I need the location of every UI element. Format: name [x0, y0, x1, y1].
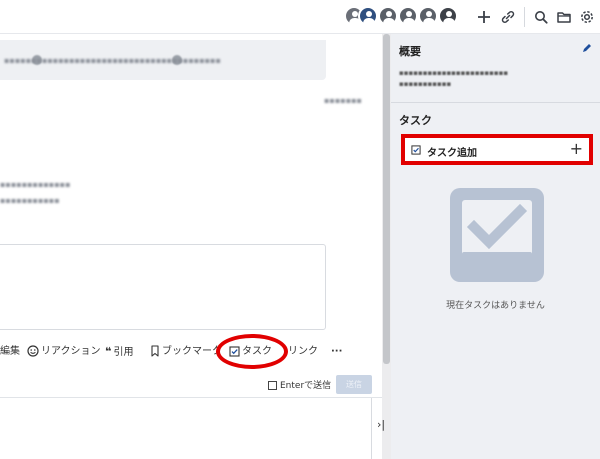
thread-area: [0, 398, 372, 459]
bookmark-button[interactable]: ブックマーク: [150, 345, 222, 359]
gear-icon[interactable]: [577, 7, 597, 27]
search-icon[interactable]: [531, 7, 551, 27]
smile-icon: [27, 345, 39, 357]
avatar[interactable]: [418, 6, 438, 26]
pinned-message-banner: ▪▪▪▪▪▪▪▪▪▪▪▪▪▪▪▪▪▪▪▪▪▪▪▪▪▪▪▪▪▪▪▪▪▪▪▪▪▪▪▪: [0, 40, 326, 80]
toolbar-divider: [524, 7, 525, 27]
chat-area: ▪▪▪▪▪▪▪▪▪▪▪▪▪▪▪▪▪▪▪▪▪▪▪▪▪▪▪▪▪▪▪▪▪▪▪▪▪▪▪▪…: [0, 34, 382, 459]
enter-to-send-toggle[interactable]: Enterで送信: [268, 378, 331, 392]
blurred-text: ▪▪▪▪▪▪▪▪▪▪▪▪▪▪▪▪▪▪▪▪▪▪▪▪▪▪▪▪▪▪▪▪▪▪▪▪▪▪▪▪: [4, 56, 221, 65]
blurred-message-line: ▪▪▪▪▪▪▪▪▪▪▪: [0, 196, 60, 205]
send-button[interactable]: 送信: [336, 375, 372, 394]
checkbox-icon[interactable]: [268, 381, 277, 390]
avatar[interactable]: [358, 6, 378, 26]
task-section-title: タスク: [399, 114, 432, 127]
collapse-panel-icon[interactable]: ›|: [374, 418, 388, 432]
add-task-label: タスク追加: [427, 148, 477, 159]
quote-button[interactable]: ❝ 引用: [105, 345, 133, 360]
link-icon[interactable]: [498, 7, 518, 27]
task-highlight-circle: [216, 334, 288, 369]
edit-button[interactable]: 編集: [0, 345, 20, 359]
right-panel: 概要 ▪▪▪▪▪▪▪▪▪▪▪▪▪▪▪▪▪▪▪▪▪▪▪ ▪▪▪▪▪▪▪▪▪▪▪ タス…: [391, 34, 600, 459]
more-button[interactable]: ···: [331, 345, 342, 359]
blurred-timestamp: ▪▪▪▪▪▪▪: [324, 96, 362, 105]
blurred-message-line: ▪▪▪▪▪▪▪▪▪▪▪▪▪: [0, 180, 71, 189]
checkbox-icon: [411, 145, 421, 155]
quote-icon: ❝: [105, 345, 112, 358]
overview-title: 概要: [399, 45, 421, 58]
message-editor[interactable]: [0, 244, 326, 330]
link-button[interactable]: リンク: [288, 345, 318, 359]
add-task-button[interactable]: タスク追加 +: [401, 134, 593, 165]
bookmark-icon: [151, 345, 159, 357]
empty-task-icon: [450, 188, 544, 282]
empty-task-message: 現在タスクはありません: [446, 301, 545, 311]
avatar[interactable]: [398, 6, 418, 26]
reaction-button[interactable]: リアクション: [27, 345, 101, 359]
overview-description: ▪▪▪▪▪▪▪▪▪▪▪▪▪▪▪▪▪▪▪▪▪▪▪ ▪▪▪▪▪▪▪▪▪▪▪: [399, 69, 509, 88]
top-bar: [0, 0, 600, 34]
composer-toolbar: 編集 リアクション ❝ 引用 ブックマーク タスク リンク ···: [0, 341, 352, 363]
avatar[interactable]: [438, 6, 458, 26]
more-icon: ···: [331, 346, 343, 357]
folder-icon[interactable]: [554, 7, 574, 27]
avatar[interactable]: [378, 6, 398, 26]
scrollbar-thumb[interactable]: [383, 34, 390, 364]
plus-icon[interactable]: +: [570, 139, 583, 159]
divider: [391, 102, 600, 103]
pencil-icon[interactable]: [581, 42, 593, 57]
plus-icon[interactable]: [474, 7, 494, 27]
